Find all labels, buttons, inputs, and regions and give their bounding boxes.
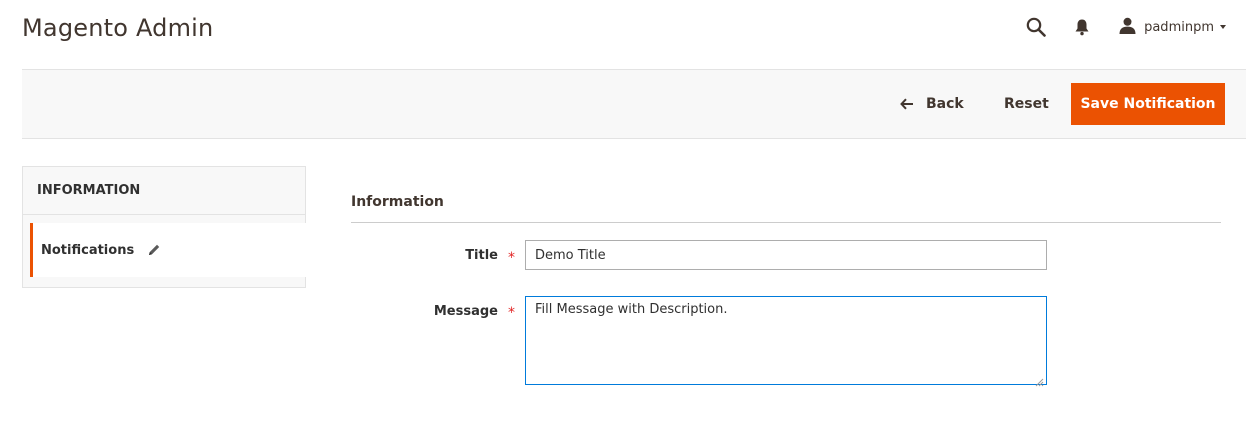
title-label: Title — [465, 248, 498, 263]
fieldset-divider — [351, 222, 1221, 223]
page-title: Magento Admin — [22, 14, 214, 42]
message-label: Message — [433, 304, 498, 319]
title-required-mark: * — [508, 250, 515, 266]
user-name: padminpm — [1144, 19, 1214, 35]
user-icon — [1119, 17, 1136, 38]
back-button[interactable]: Back — [900, 84, 964, 124]
save-notification-button[interactable]: Save Notification — [1071, 83, 1225, 125]
page-actions-bar: Back Reset Save Notification — [22, 69, 1246, 139]
user-menu[interactable]: padminpm — [1105, 10, 1246, 44]
sidebar-tabs: INFORMATION Notifications — [22, 166, 306, 288]
message-required-mark: * — [508, 305, 515, 321]
title-input[interactable] — [525, 240, 1047, 270]
bell-icon[interactable] — [1059, 10, 1105, 44]
pencil-icon — [147, 243, 161, 257]
resize-handle-icon[interactable] — [1034, 372, 1044, 387]
arrow-left-icon — [900, 98, 914, 110]
sidebar-title: INFORMATION — [23, 167, 305, 215]
sidebar-item-notifications[interactable]: Notifications — [30, 223, 306, 277]
back-button-label: Back — [926, 96, 964, 112]
reset-button[interactable]: Reset — [1004, 84, 1049, 124]
search-icon[interactable] — [1013, 10, 1059, 44]
header-actions: padminpm — [1013, 10, 1246, 44]
sidebar-item-label: Notifications — [41, 242, 135, 258]
message-textarea[interactable]: Fill Message with Description. — [525, 296, 1047, 385]
fieldset-title: Information — [351, 194, 444, 210]
caret-down-icon — [1220, 25, 1226, 29]
